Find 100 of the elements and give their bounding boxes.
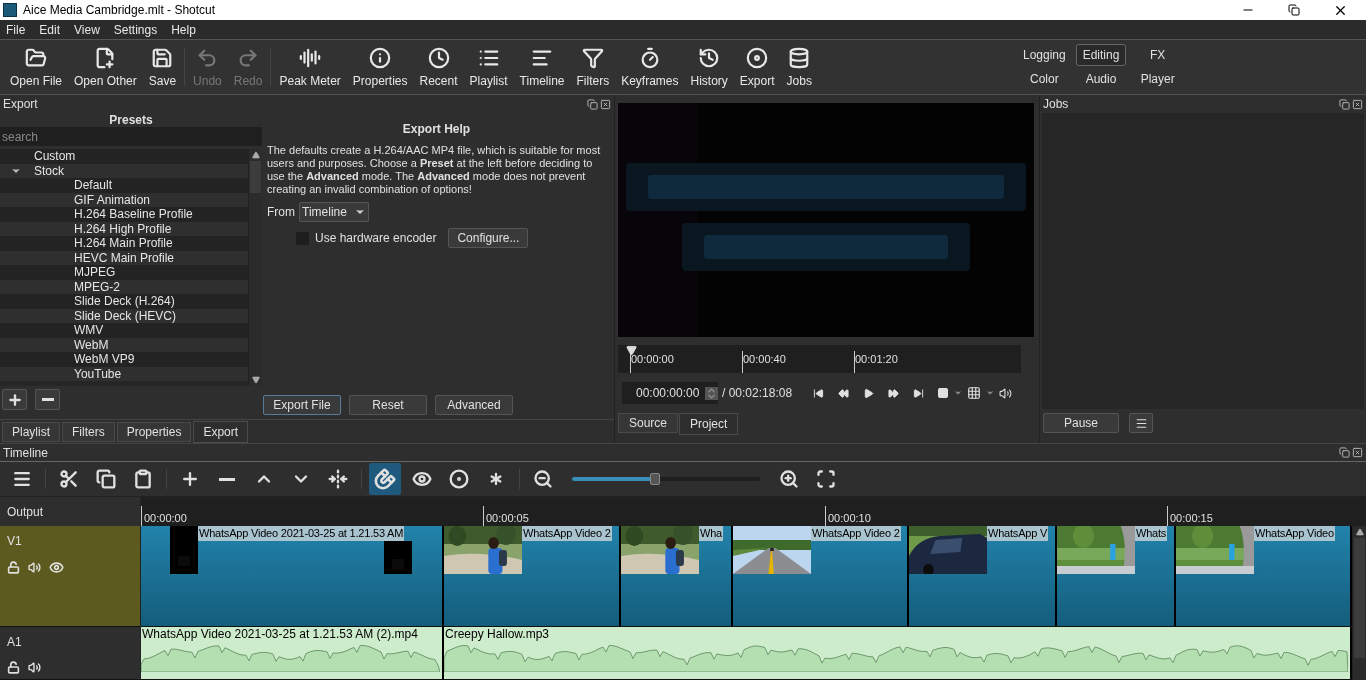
ruler-label: 00:00:00 [631, 353, 674, 365]
toolbar-button[interactable]: Timeline [513, 40, 571, 94]
scroll-up-icon[interactable] [251, 151, 260, 159]
layout-button[interactable]: Editing [1075, 44, 1127, 66]
scrollbar[interactable] [1352, 526, 1366, 680]
eye-icon[interactable] [49, 560, 64, 575]
remove-button[interactable] [35, 389, 60, 410]
toolbar-button[interactable]: Keyframes [615, 40, 685, 94]
close-icon[interactable] [600, 98, 611, 110]
video-clip[interactable]: WhatsApp Video [1176, 526, 1352, 626]
video-clip[interactable]: WhatsApp Video 2021-03-25 at 1.21.53 AM [141, 526, 444, 626]
close-icon[interactable] [1352, 447, 1363, 458]
grid-icon[interactable] [967, 386, 982, 400]
menu-item[interactable]: Help [171, 20, 196, 39]
layout-button[interactable]: Logging [1015, 44, 1073, 66]
add-button[interactable] [2, 389, 27, 410]
toolbar-button[interactable]: Open Other [68, 40, 143, 94]
toolbar-button[interactable]: Export [733, 40, 781, 94]
snap-button[interactable] [369, 463, 401, 495]
volume-icon[interactable] [999, 386, 1013, 400]
from-dropdown[interactable]: Timeline [299, 202, 369, 222]
audio-clip[interactable]: Creepy Hallow.mp3 [444, 627, 1352, 679]
panel-tab[interactable]: Filters [62, 422, 115, 442]
plus-icon [6, 391, 23, 408]
scrollbar-thumb[interactable] [1354, 538, 1365, 658]
layout-button[interactable]: FX [1143, 44, 1173, 66]
ruler-label: 00:00:05 [485, 512, 529, 524]
toolbar-button[interactable]: Playlist [463, 40, 514, 94]
lock-icon[interactable] [7, 661, 20, 674]
action-button[interactable]: Reset [349, 395, 427, 415]
search-field[interactable]: search [0, 127, 262, 146]
skip-start-icon[interactable] [813, 387, 825, 399]
video-clip[interactable]: Whats [1057, 526, 1176, 626]
checkbox-label: Use hardware encoder [315, 230, 437, 247]
rewind-icon[interactable] [838, 387, 850, 399]
fit-icon [816, 469, 836, 489]
menu-item[interactable]: View [74, 20, 100, 39]
pause-button[interactable]: Pause [1043, 413, 1119, 433]
panel-tab[interactable]: Properties [116, 422, 192, 442]
menu-item[interactable]: Edit [39, 20, 61, 39]
slider-thumb[interactable] [649, 473, 660, 485]
track-name: V1 [7, 533, 23, 550]
save-icon [151, 46, 174, 69]
close-icon[interactable] [1352, 98, 1363, 110]
menu-button[interactable] [1129, 413, 1153, 433]
play-icon[interactable] [863, 387, 875, 399]
float-icon[interactable] [587, 98, 598, 110]
clip-label: Wha [699, 526, 724, 541]
database-icon [788, 46, 811, 69]
zoom-out-icon [533, 469, 553, 489]
scroll-up-icon[interactable] [1355, 528, 1364, 536]
action-button[interactable]: Advanced [435, 395, 513, 415]
menu-item[interactable]: Settings [113, 20, 158, 39]
video-clip[interactable]: WhatsApp Video 2 [733, 526, 909, 626]
window-title: Aice Media Cambridge.mlt - Shotcut [23, 2, 216, 19]
player-tab[interactable]: Project [679, 413, 739, 435]
panel-tab[interactable]: Export [193, 421, 249, 443]
track-header[interactable]: V1 [0, 526, 140, 627]
video-clip[interactable]: WhatsApp V [909, 526, 1057, 626]
video-clip[interactable]: WhatsApp Video 2 [444, 526, 621, 626]
caret-icon[interactable] [953, 388, 964, 398]
toolbar-button[interactable]: Filters [570, 40, 616, 94]
layout-button[interactable]: Color [1023, 68, 1066, 90]
configure-button[interactable]: Configure... [448, 228, 529, 248]
audio-clip[interactable]: WhatsApp Video 2021-03-25 at 1.21.53 AM (2).mp4 [141, 627, 444, 679]
toolbar-button[interactable]: Save [142, 40, 183, 94]
caret-icon[interactable] [985, 388, 996, 398]
speaker-icon[interactable] [28, 661, 41, 674]
crop-icon[interactable] [937, 387, 950, 399]
restore-icon[interactable] [1288, 4, 1300, 16]
spinner-icon[interactable] [705, 386, 718, 400]
layout-button[interactable]: Player [1133, 68, 1182, 90]
float-icon[interactable] [1339, 98, 1350, 110]
toolbar-button[interactable]: Properties [346, 40, 414, 94]
action-button[interactable]: Export File [263, 395, 341, 415]
timecode-field[interactable]: 00:00:00:00 [622, 382, 718, 404]
toolbar-button[interactable]: Open File [4, 40, 69, 94]
toolbar-button[interactable]: Recent [413, 40, 464, 94]
layout-button[interactable]: Audio [1078, 68, 1124, 90]
minus-icon [41, 398, 54, 401]
video-clip[interactable]: Wha [621, 526, 733, 626]
panel-tab[interactable]: Playlist [2, 422, 60, 442]
speaker-icon[interactable] [28, 561, 41, 574]
track-name: A1 [7, 634, 23, 651]
clip-label: Whats [1135, 526, 1168, 541]
scrollbar-thumb[interactable] [250, 161, 261, 193]
fast-forward-icon[interactable] [888, 387, 900, 399]
player-tab[interactable]: Source [618, 413, 679, 433]
toolbar-button[interactable]: Peak Meter [273, 40, 347, 94]
lock-icon[interactable] [7, 561, 20, 574]
float-icon[interactable] [1339, 447, 1350, 458]
skip-end-icon[interactable] [913, 387, 925, 399]
scroll-down-icon[interactable] [251, 376, 260, 384]
toolbar-button[interactable]: History [684, 40, 734, 94]
menu-icon [12, 469, 32, 489]
history-icon [698, 46, 721, 69]
playhead-icon[interactable] [626, 345, 637, 356]
clip-label: WhatsApp Video 2021-03-25 at 1.21.53 AM (2).mp4 [141, 627, 419, 642]
toolbar-button[interactable]: Jobs [780, 40, 818, 94]
menu-item[interactable]: File [6, 20, 26, 39]
